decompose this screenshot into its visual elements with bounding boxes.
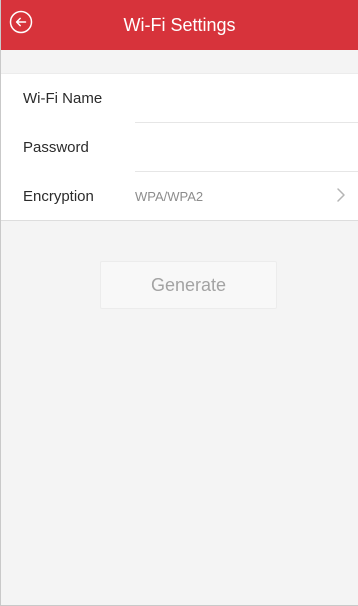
wifi-name-label: Wi-Fi Name — [23, 90, 103, 107]
password-label: Password — [23, 139, 89, 156]
encryption-value: WPA/WPA2 — [135, 189, 204, 204]
generate-button[interactable]: Generate — [100, 261, 277, 309]
password-row: Password — [1, 123, 358, 172]
password-input[interactable] — [135, 133, 340, 163]
encryption-label: Encryption — [23, 188, 94, 205]
header-bar: Wi-Fi Settings — [1, 0, 358, 50]
wifi-name-input[interactable] — [135, 84, 340, 114]
wifi-settings-screen: Wi-Fi Settings Wi-Fi Name Password Encry… — [0, 0, 358, 606]
chevron-right-icon — [337, 188, 345, 202]
wifi-name-row: Wi-Fi Name — [1, 74, 358, 123]
page-title: Wi-Fi Settings — [123, 15, 236, 35]
encryption-select[interactable]: Encryption WPA/WPA2 — [1, 172, 358, 221]
wifi-settings-form: Wi-Fi Name Password Encryption WPA/WPA2 — [1, 73, 358, 221]
